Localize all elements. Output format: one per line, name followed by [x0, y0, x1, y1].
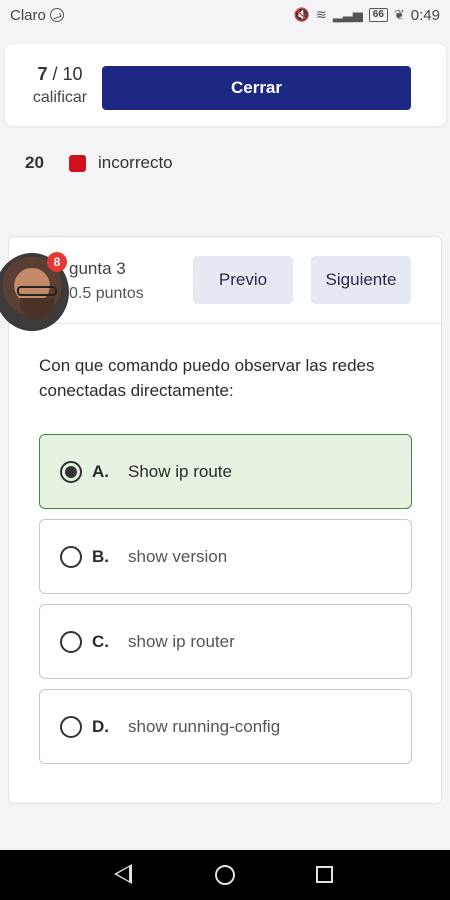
notification-badge: 8	[47, 252, 67, 272]
option-letter: B.	[92, 546, 109, 566]
option-text: show ip router	[128, 631, 235, 651]
score-card: 7 / 10 calificar Cerrar	[5, 44, 446, 126]
close-button[interactable]: Cerrar	[102, 66, 411, 110]
leaf-icon: ❦	[393, 7, 405, 22]
option-letter: D.	[92, 716, 109, 736]
score-current: 7	[37, 64, 48, 84]
option-text: Show ip route	[128, 461, 232, 481]
radio-icon[interactable]	[60, 715, 82, 738]
question-points: 0.5 puntos	[69, 285, 144, 302]
avatar-beard	[20, 298, 54, 320]
home-icon[interactable]	[215, 865, 235, 885]
recent-apps-icon[interactable]	[316, 866, 333, 883]
question-text: Con que comando puedo observar las redes…	[39, 356, 375, 400]
mute-icon: 🔇	[293, 7, 310, 22]
avatar-glasses	[17, 286, 57, 296]
back-icon-inner	[117, 867, 129, 881]
radio-checked-icon[interactable]	[60, 460, 82, 483]
next-button[interactable]: Siguiente	[311, 256, 411, 304]
score-total: / 10	[52, 64, 83, 84]
question-title: gunta 3	[69, 259, 126, 278]
option-letter: A.	[92, 461, 109, 481]
carrier-name: Claro	[10, 6, 46, 24]
previous-button[interactable]: Previo	[193, 256, 293, 304]
sync-icon	[49, 8, 64, 22]
option-text: show running-config	[128, 716, 281, 736]
incorrect-swatch	[69, 154, 86, 172]
option-a[interactable]: A. Show ip route	[39, 434, 412, 509]
incorrect-label: incorrecto	[98, 153, 173, 172]
option-b[interactable]: B. show version	[39, 519, 412, 594]
wifi-icon: ≋	[315, 7, 327, 22]
option-letter: C.	[92, 631, 109, 651]
question-header: gunta 3 0.5 puntos Previo Siguiente	[9, 237, 441, 324]
clock: 0:49	[410, 6, 440, 24]
option-text: show version	[128, 546, 228, 566]
question-card: gunta 3 0.5 puntos Previo Siguiente Con …	[8, 236, 442, 804]
status-bar: Claro 🔇 ≋ ▂▃▅ 66 ❦ 0:49	[0, 0, 450, 30]
radio-icon[interactable]	[60, 630, 82, 653]
option-d[interactable]: D. show running-config	[39, 689, 412, 764]
option-c[interactable]: C. show ip router	[39, 604, 412, 679]
navigation-bar	[0, 850, 450, 900]
score: 7 / 10 calificar	[25, 64, 95, 107]
battery-icon: 66	[368, 8, 388, 22]
legend-row: 20 incorrecto	[25, 153, 173, 173]
incorrect-count: 20	[25, 153, 44, 172]
radio-icon[interactable]	[60, 545, 82, 568]
score-label: calificar	[32, 89, 88, 106]
signal-icon: ▂▃▅	[332, 7, 363, 22]
